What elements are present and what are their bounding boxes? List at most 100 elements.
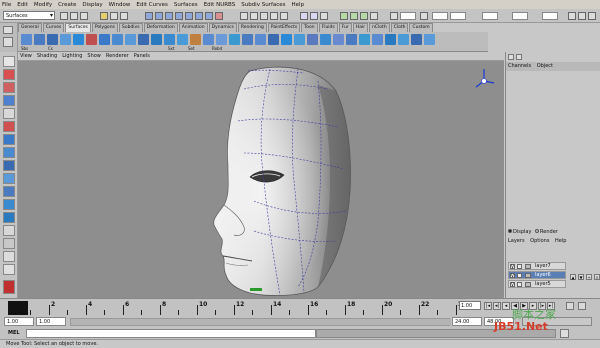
mask-handles-icon[interactable] bbox=[145, 12, 153, 20]
panel-menu-panels[interactable]: Panels bbox=[134, 53, 150, 59]
panel-menu-shading[interactable]: Shading bbox=[37, 53, 57, 59]
range-bar[interactable] bbox=[70, 318, 451, 326]
channel-menu-channels[interactable]: Channels bbox=[508, 63, 531, 69]
stitch-icon[interactable] bbox=[372, 34, 383, 45]
tab-deformation[interactable]: Deformation bbox=[143, 23, 178, 32]
square-icon[interactable] bbox=[164, 34, 175, 45]
layer-menu-help[interactable]: Help bbox=[555, 238, 566, 244]
project-curve-icon[interactable] bbox=[190, 34, 201, 45]
rotate-tool-icon[interactable] bbox=[3, 108, 15, 119]
tab-fluids[interactable]: Fluids bbox=[318, 23, 338, 32]
layer-row[interactable]: V layer6 bbox=[508, 271, 566, 279]
face-mask-model[interactable] bbox=[213, 66, 351, 296]
tab-ncloth[interactable]: nCloth bbox=[369, 23, 390, 32]
planar-icon[interactable] bbox=[112, 34, 123, 45]
menu-display[interactable]: Display bbox=[82, 2, 102, 8]
select-tool-icon[interactable] bbox=[3, 56, 15, 67]
current-frame-field[interactable]: 1.00 bbox=[459, 301, 481, 310]
ipr-render-icon[interactable] bbox=[360, 12, 368, 20]
show-manipulator-icon[interactable] bbox=[3, 160, 15, 171]
visibility-toggle[interactable]: V bbox=[510, 264, 515, 269]
layer-delete-icon[interactable]: × bbox=[594, 274, 600, 280]
scale-tool-icon[interactable] bbox=[3, 121, 15, 132]
playback-toggle[interactable] bbox=[517, 273, 522, 278]
snap-view-plane-icon[interactable] bbox=[270, 12, 278, 20]
layer-down-icon[interactable]: ▼ bbox=[578, 274, 584, 280]
tab-general[interactable]: General bbox=[18, 23, 42, 32]
menu-subdiv-surfaces[interactable]: Subdiv Surfaces bbox=[241, 2, 285, 8]
nurbs-cone-icon[interactable] bbox=[60, 34, 71, 45]
last-tool-icon[interactable] bbox=[3, 173, 15, 184]
menu-edit-curves[interactable]: Edit Curves bbox=[136, 2, 168, 8]
tab-subdivs[interactable]: Subdivs bbox=[118, 23, 143, 32]
tool-settings-icon[interactable] bbox=[578, 12, 586, 20]
layout-single-icon[interactable] bbox=[3, 186, 15, 197]
menu-create[interactable]: Create bbox=[58, 2, 76, 8]
save-scene-icon[interactable] bbox=[80, 12, 88, 20]
menu-surfaces[interactable]: Surfaces bbox=[174, 2, 198, 8]
mask-dynamics-icon[interactable] bbox=[195, 12, 203, 20]
input-ops-icon[interactable] bbox=[300, 12, 308, 20]
layer-color-swatch[interactable] bbox=[525, 282, 531, 287]
layout-outliner-icon[interactable] bbox=[3, 225, 15, 236]
animation-start-field[interactable]: 1.00 bbox=[4, 317, 34, 326]
channel-menu-object[interactable]: Object bbox=[537, 63, 553, 69]
transform-x-field[interactable] bbox=[482, 12, 498, 20]
new-scene-icon[interactable] bbox=[60, 12, 68, 20]
fillet-icon[interactable] bbox=[424, 34, 435, 45]
layout-graph-icon[interactable] bbox=[3, 238, 15, 249]
shelf-menu-icon[interactable] bbox=[3, 26, 13, 34]
attach-icon[interactable] bbox=[242, 34, 253, 45]
mask-curves-icon[interactable] bbox=[165, 12, 173, 20]
construction-history-icon[interactable] bbox=[320, 12, 328, 20]
universal-manipulator-icon[interactable] bbox=[3, 134, 15, 145]
menu-window[interactable]: Window bbox=[109, 2, 131, 8]
nurbs-plane-icon[interactable] bbox=[73, 34, 84, 45]
mask-joints-icon[interactable] bbox=[155, 12, 163, 20]
mel-label[interactable]: MEL bbox=[8, 330, 20, 336]
insert-isoparm-icon[interactable] bbox=[294, 34, 305, 45]
nurbs-cylinder-icon[interactable] bbox=[47, 34, 58, 45]
sculpt-tool-icon[interactable] bbox=[385, 34, 396, 45]
mask-rendering-icon[interactable] bbox=[205, 12, 213, 20]
attribute-editor-icon[interactable] bbox=[568, 12, 576, 20]
select-by-hierarchy-icon[interactable] bbox=[100, 12, 108, 20]
channel-box-menu-icon[interactable] bbox=[508, 54, 514, 60]
intersect-icon[interactable] bbox=[203, 34, 214, 45]
panel-menu-renderer[interactable]: Renderer bbox=[106, 53, 129, 59]
visibility-toggle[interactable]: V bbox=[510, 273, 515, 278]
trim-tool-icon[interactable] bbox=[216, 34, 227, 45]
boundary-icon[interactable] bbox=[151, 34, 162, 45]
nurbs-to-polygons-icon[interactable] bbox=[411, 34, 422, 45]
playback-start-field[interactable]: 1.00 bbox=[36, 317, 66, 326]
layer-color-swatch[interactable] bbox=[525, 273, 531, 278]
offset-icon[interactable] bbox=[320, 34, 331, 45]
range-handle[interactable] bbox=[71, 319, 451, 325]
channel-box-toggle-icon[interactable] bbox=[588, 12, 596, 20]
panel-menu-show[interactable]: Show bbox=[87, 53, 101, 59]
rebuild-icon[interactable] bbox=[333, 34, 344, 45]
transform-z-field[interactable] bbox=[542, 12, 558, 20]
loft-icon[interactable] bbox=[99, 34, 110, 45]
layer-menu-layers[interactable]: Layers bbox=[508, 238, 525, 244]
nurbs-sphere-icon[interactable] bbox=[21, 34, 32, 45]
tab-surfaces[interactable]: Surfaces bbox=[65, 23, 91, 32]
select-by-object-icon[interactable] bbox=[110, 12, 118, 20]
tab-toon[interactable]: Toon bbox=[301, 23, 318, 32]
tab-dynamics[interactable]: Dynamics bbox=[208, 23, 237, 32]
tab-hair[interactable]: Hair bbox=[352, 23, 369, 32]
nurbs-cube-icon[interactable] bbox=[34, 34, 45, 45]
absolute-transform-field[interactable] bbox=[450, 12, 466, 20]
extrude-icon[interactable] bbox=[125, 34, 136, 45]
go-to-start-icon[interactable]: |◂ bbox=[484, 302, 492, 310]
move-tool-icon[interactable] bbox=[3, 95, 15, 106]
menu-edit-nurbs[interactable]: Edit NURBS bbox=[204, 2, 236, 8]
playback-toggle[interactable] bbox=[517, 282, 522, 287]
untrim-icon[interactable] bbox=[229, 34, 240, 45]
birail-icon[interactable] bbox=[138, 34, 149, 45]
layer-row[interactable]: V layer7 bbox=[508, 262, 566, 270]
align-icon[interactable] bbox=[268, 34, 279, 45]
render-current-frame-icon[interactable] bbox=[350, 12, 358, 20]
transform-y-field[interactable] bbox=[512, 12, 528, 20]
make-live-icon[interactable] bbox=[280, 12, 288, 20]
